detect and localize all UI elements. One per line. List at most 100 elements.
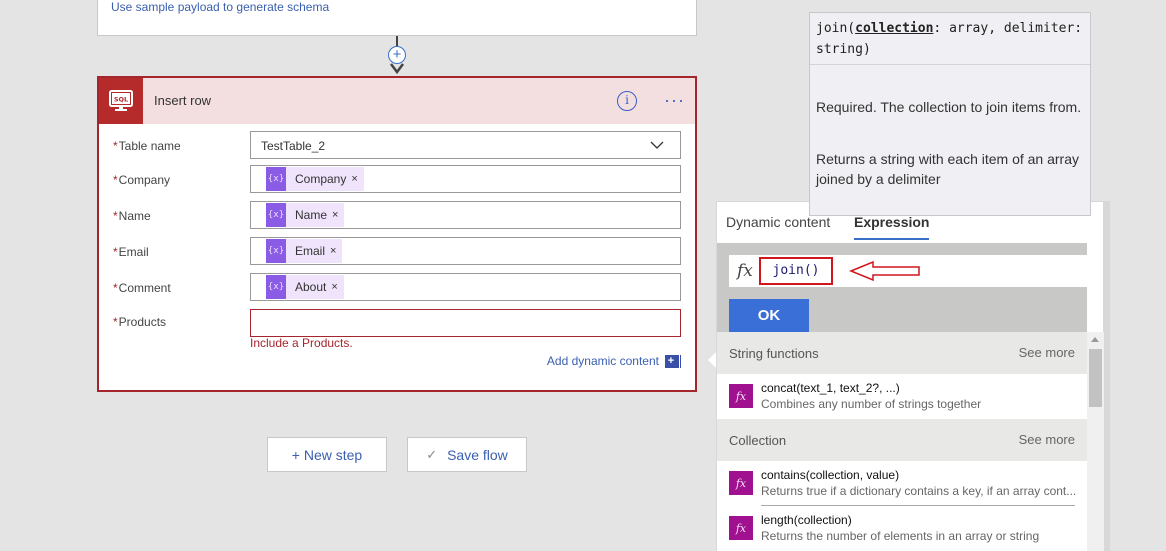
fx-icon: fx [737, 261, 753, 281]
expression-editor-area: fx join() OK [717, 243, 1091, 332]
panel-pointer [708, 352, 716, 368]
dynamic-content-icon: {x} [266, 239, 286, 263]
expression-panel: Dynamic content Expression fx join() OK … [716, 201, 1104, 551]
add-dynamic-content-button[interactable]: Add dynamic content + [546, 354, 681, 368]
field-name: *Name {x} Name × [99, 201, 695, 231]
function-list-scrollbar[interactable] [1087, 332, 1104, 551]
token-label: About [295, 280, 327, 294]
new-step-label: + New step [291, 446, 363, 463]
signature-active-param: collection [855, 21, 934, 36]
dynamic-content-icon: {x} [266, 203, 286, 227]
save-flow-label: Save flow [447, 446, 508, 463]
signature-prefix: join( [816, 21, 856, 36]
expression-value[interactable]: join() [759, 257, 833, 285]
function-signature-tooltip: join(collection: array, delimiter: strin… [809, 12, 1091, 216]
tab-dynamic-content[interactable]: Dynamic content [726, 214, 830, 230]
field-company: *Company {x} Company × [99, 165, 695, 195]
token-label: Name [295, 208, 328, 222]
function-icon: fx [729, 471, 753, 495]
panel-shadow [1104, 201, 1110, 551]
checkmark-icon: ✓ [426, 446, 438, 462]
required-marker: * [113, 281, 118, 295]
token-name[interactable]: {x} Name × [266, 203, 345, 227]
function-item-length[interactable]: fx length(collection) Returns the number… [717, 506, 1087, 551]
see-more-link[interactable]: See more [1019, 345, 1075, 360]
table-name-dropdown[interactable]: TestTable_2 [250, 131, 681, 159]
function-desc: Returns the number of elements in an arr… [761, 529, 1040, 543]
remove-token-icon[interactable]: × [351, 173, 357, 185]
dynamic-content-icon: {x} [266, 275, 286, 299]
required-marker: * [113, 209, 118, 223]
name-input[interactable]: {x} Name × [250, 201, 681, 229]
param-description: Required. The collection to join items f… [816, 99, 1082, 115]
card-title: Insert row [154, 93, 212, 108]
card-header[interactable]: SQL Insert row i ··· [99, 78, 695, 124]
table-name-value: TestTable_2 [261, 139, 326, 153]
company-input[interactable]: {x} Company × [250, 165, 681, 193]
field-label: Comment [118, 281, 171, 295]
expression-input[interactable]: fx join() [729, 255, 1091, 287]
token-about[interactable]: {x} About × [266, 275, 344, 299]
remove-token-icon[interactable]: × [330, 245, 336, 257]
add-icon: + [665, 354, 681, 368]
function-icon: fx [729, 384, 753, 408]
token-email[interactable]: {x} Email × [266, 239, 343, 263]
field-comment: *Comment {x} About × [99, 273, 695, 303]
required-marker: * [113, 173, 118, 187]
scroll-thumb[interactable] [1089, 349, 1102, 407]
token-label: Company [295, 172, 347, 186]
function-desc: Returns true if a dictionary contains a … [761, 484, 1077, 498]
required-marker: * [113, 139, 118, 153]
required-marker: * [113, 245, 118, 259]
function-item-contains[interactable]: fx contains(collection, value) Returns t… [717, 461, 1087, 506]
field-label: Name [118, 209, 151, 223]
field-label: Products [118, 315, 167, 329]
field-table-name: *Table name TestTable_2 [99, 131, 695, 161]
function-signature: join(collection: array, delimiter: strin… [810, 13, 1090, 65]
scroll-up-icon[interactable] [1091, 337, 1099, 342]
insert-row-card: SQL Insert row i ··· *Table name TestTab… [97, 76, 697, 392]
previous-step-card: Use sample payload to generate schema [97, 0, 697, 36]
more-options-icon[interactable]: ··· [664, 90, 685, 111]
field-label: Company [118, 173, 171, 187]
see-more-link[interactable]: See more [1019, 432, 1075, 447]
sql-icon-label: SQL [114, 96, 128, 104]
function-icon: fx [729, 516, 753, 540]
field-label: Table name [118, 139, 181, 153]
function-list: String functions See more fx concat(text… [717, 332, 1087, 551]
info-icon[interactable]: i [617, 91, 637, 111]
tab-expression[interactable]: Expression [854, 214, 930, 240]
function-desc: Combines any number of strings together [761, 397, 982, 411]
add-dynamic-content-label: Add dynamic content [546, 354, 659, 368]
new-step-button[interactable]: + New step [267, 437, 387, 472]
section-collection: Collection See more [717, 419, 1087, 461]
function-name: length(collection) [761, 513, 852, 527]
remove-token-icon[interactable]: × [332, 209, 338, 221]
annotation-arrow-icon [849, 261, 920, 281]
save-flow-button[interactable]: ✓ Save flow [407, 437, 527, 472]
section-string-functions: String functions See more [717, 332, 1087, 374]
section-title: Collection [729, 433, 787, 448]
field-label: Email [118, 245, 149, 259]
remove-token-icon[interactable]: × [331, 281, 337, 293]
email-input[interactable]: {x} Email × [250, 237, 681, 265]
dynamic-content-icon: {x} [266, 167, 286, 191]
field-email: *Email {x} Email × [99, 237, 695, 267]
section-title: String functions [729, 346, 819, 361]
ok-button[interactable]: OK [729, 299, 809, 332]
token-company[interactable]: {x} Company × [266, 167, 364, 191]
function-description: Returns a string with each item of an ar… [816, 151, 1080, 187]
arrow-down-icon [390, 63, 404, 75]
chevron-down-icon[interactable] [650, 138, 664, 152]
required-marker: * [113, 315, 118, 329]
sample-payload-link[interactable]: Use sample payload to generate schema [111, 0, 329, 14]
field-products: *Products [99, 309, 695, 339]
function-name: contains(collection, value) [761, 468, 900, 482]
products-error-message: Include a Products. [250, 336, 353, 350]
token-label: Email [295, 244, 326, 258]
products-input[interactable] [250, 309, 681, 337]
sql-server-icon: SQL [99, 78, 143, 124]
comment-input[interactable]: {x} About × [250, 273, 681, 301]
function-name: concat(text_1, text_2?, ...) [761, 381, 900, 395]
function-item-concat[interactable]: fx concat(text_1, text_2?, ...) Combines… [717, 374, 1087, 419]
